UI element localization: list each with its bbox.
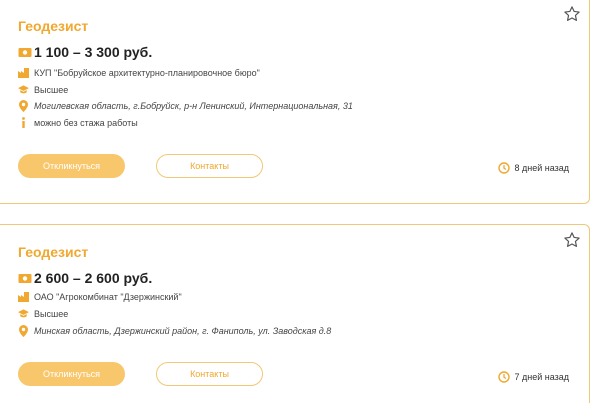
address-row: Могилевская область, г.Бобруйск, р-н Лен… bbox=[18, 99, 353, 112]
money-icon bbox=[18, 47, 32, 57]
graduation-cap-icon bbox=[18, 84, 29, 95]
location-pin-icon bbox=[18, 99, 29, 112]
company-name[interactable]: КУП "Бобруйское архитектурно-планировочн… bbox=[34, 68, 260, 78]
address: Минская область, Дзержинский район, г. Ф… bbox=[34, 325, 332, 336]
salary: 2 600 – 2 600 руб. bbox=[34, 270, 153, 286]
posted-text: 8 дней назад bbox=[514, 163, 569, 173]
clock-icon bbox=[498, 371, 511, 383]
vacancy-card: Геодезист 1 100 – 3 300 руб. КУП "Бобруй… bbox=[0, 0, 590, 204]
vacancy-title[interactable]: Геодезист bbox=[18, 244, 88, 260]
info-icon bbox=[18, 117, 29, 128]
apply-button[interactable]: Откликнуться bbox=[18, 362, 125, 386]
vacancy-title[interactable]: Геодезист bbox=[18, 18, 88, 34]
graduation-cap-icon bbox=[18, 308, 29, 319]
company-name[interactable]: ОАО "Агрокомбинат "Дзержинский" bbox=[34, 292, 182, 302]
salary-row: 2 600 – 2 600 руб. bbox=[18, 270, 152, 286]
education: Высшее bbox=[34, 308, 69, 319]
education-row: Высшее bbox=[18, 307, 68, 320]
address-row: Минская область, Дзержинский район, г. Ф… bbox=[18, 324, 331, 337]
posted-text: 7 дней назад bbox=[514, 372, 569, 382]
clock-icon bbox=[498, 162, 511, 174]
location-pin-icon bbox=[18, 324, 29, 337]
star-icon[interactable] bbox=[563, 5, 581, 23]
education-row: Высшее bbox=[18, 83, 68, 96]
address: Могилевская область, г.Бобруйск, р-н Лен… bbox=[34, 100, 353, 111]
experience-row: можно без стажа работы bbox=[18, 116, 138, 129]
building-icon bbox=[18, 67, 29, 78]
vacancy-card: Геодезист 2 600 – 2 600 руб. ОАО "Агроко… bbox=[0, 224, 590, 403]
posted-date: 7 дней назад bbox=[498, 371, 569, 383]
star-icon[interactable] bbox=[563, 231, 581, 249]
salary-row: 1 100 – 3 300 руб. bbox=[18, 44, 152, 60]
contacts-button[interactable]: Контакты bbox=[156, 362, 263, 386]
building-icon bbox=[18, 291, 29, 302]
company-row: КУП "Бобруйское архитектурно-планировочн… bbox=[18, 66, 260, 79]
apply-button[interactable]: Откликнуться bbox=[18, 154, 125, 178]
education: Высшее bbox=[34, 84, 69, 95]
contacts-button[interactable]: Контакты bbox=[156, 154, 263, 178]
salary: 1 100 – 3 300 руб. bbox=[34, 44, 153, 60]
posted-date: 8 дней назад bbox=[498, 162, 569, 174]
money-icon bbox=[18, 273, 32, 283]
company-row: ОАО "Агрокомбинат "Дзержинский" bbox=[18, 290, 182, 303]
experience: можно без стажа работы bbox=[34, 117, 138, 128]
